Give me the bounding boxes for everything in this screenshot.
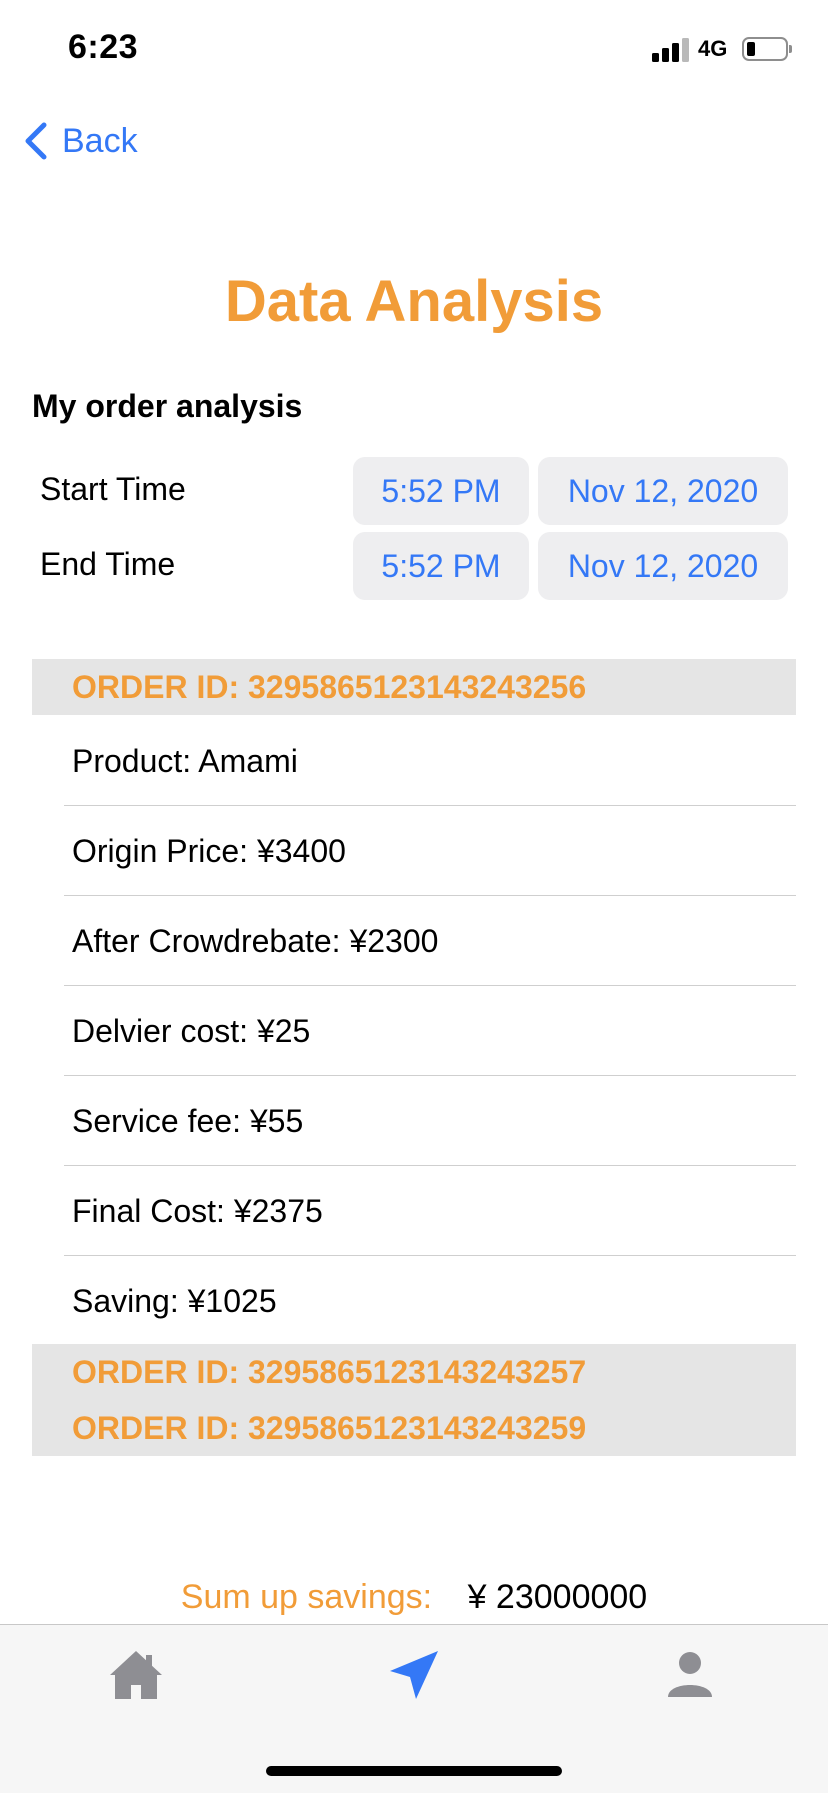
- start-date-picker[interactable]: Nov 12, 2020: [538, 457, 788, 525]
- home-indicator: [266, 1766, 562, 1776]
- back-button[interactable]: Back: [22, 118, 138, 164]
- savings-summary-value: ¥ 23000000: [467, 1578, 648, 1616]
- paper-plane-icon: [390, 1651, 438, 1699]
- collapsed-orders: ORDER ID: 3295865123143243257 ORDER ID: …: [32, 1344, 796, 1456]
- tab-profile[interactable]: [660, 1645, 720, 1705]
- status-bar: 6:23 4G: [0, 0, 828, 100]
- detail-service-fee: Service fee: ¥55: [64, 1076, 796, 1166]
- back-label: Back: [62, 121, 138, 160]
- end-time-picker[interactable]: 5:52 PM: [353, 532, 529, 600]
- start-time-label: Start Time: [40, 471, 186, 507]
- start-time-row: Start Time 5:52 PM Nov 12, 2020: [0, 457, 828, 525]
- house-icon: [110, 1651, 162, 1699]
- detail-origin-price: Origin Price: ¥3400: [64, 806, 796, 896]
- order-id-header[interactable]: ORDER ID: 3295865123143243257: [32, 1344, 796, 1400]
- order-detail-list: Product: Amami Origin Price: ¥3400 After…: [64, 716, 796, 1346]
- end-time-label: End Time: [40, 546, 176, 582]
- section-title: My order analysis: [32, 388, 303, 424]
- battery-icon: [742, 37, 788, 61]
- end-date-picker[interactable]: Nov 12, 2020: [538, 532, 788, 600]
- order-id-header[interactable]: ORDER ID: 3295865123143243259: [32, 1400, 796, 1456]
- network-type: 4G: [698, 36, 728, 61]
- detail-deliver-cost: Delvier cost: ¥25: [64, 986, 796, 1076]
- page-title: Data Analysis: [224, 269, 604, 334]
- detail-final-cost: Final Cost: ¥2375: [64, 1166, 796, 1256]
- detail-after-crowdrebate: After Crowdrebate: ¥2300: [64, 896, 796, 986]
- order-id-header[interactable]: ORDER ID: 3295865123143243256: [32, 659, 796, 715]
- end-time-row: End Time 5:52 PM Nov 12, 2020: [0, 532, 828, 600]
- order-header: ORDER ID: 3295865123143243256: [32, 659, 796, 715]
- status-time: 6:23: [68, 28, 139, 66]
- signal-strength-icon: [652, 38, 690, 62]
- savings-summary-label: Sum up savings:: [180, 1578, 433, 1616]
- savings-summary: Sum up savings: ¥ 23000000: [0, 1578, 828, 1617]
- tab-send[interactable]: [384, 1645, 444, 1705]
- person-icon: [668, 1652, 712, 1697]
- tab-home[interactable]: [106, 1645, 166, 1705]
- start-time-picker[interactable]: 5:52 PM: [353, 457, 529, 525]
- chevron-left-icon: [25, 122, 47, 160]
- detail-product: Product: Amami: [64, 716, 796, 806]
- detail-saving: Saving: ¥1025: [72, 1283, 277, 1319]
